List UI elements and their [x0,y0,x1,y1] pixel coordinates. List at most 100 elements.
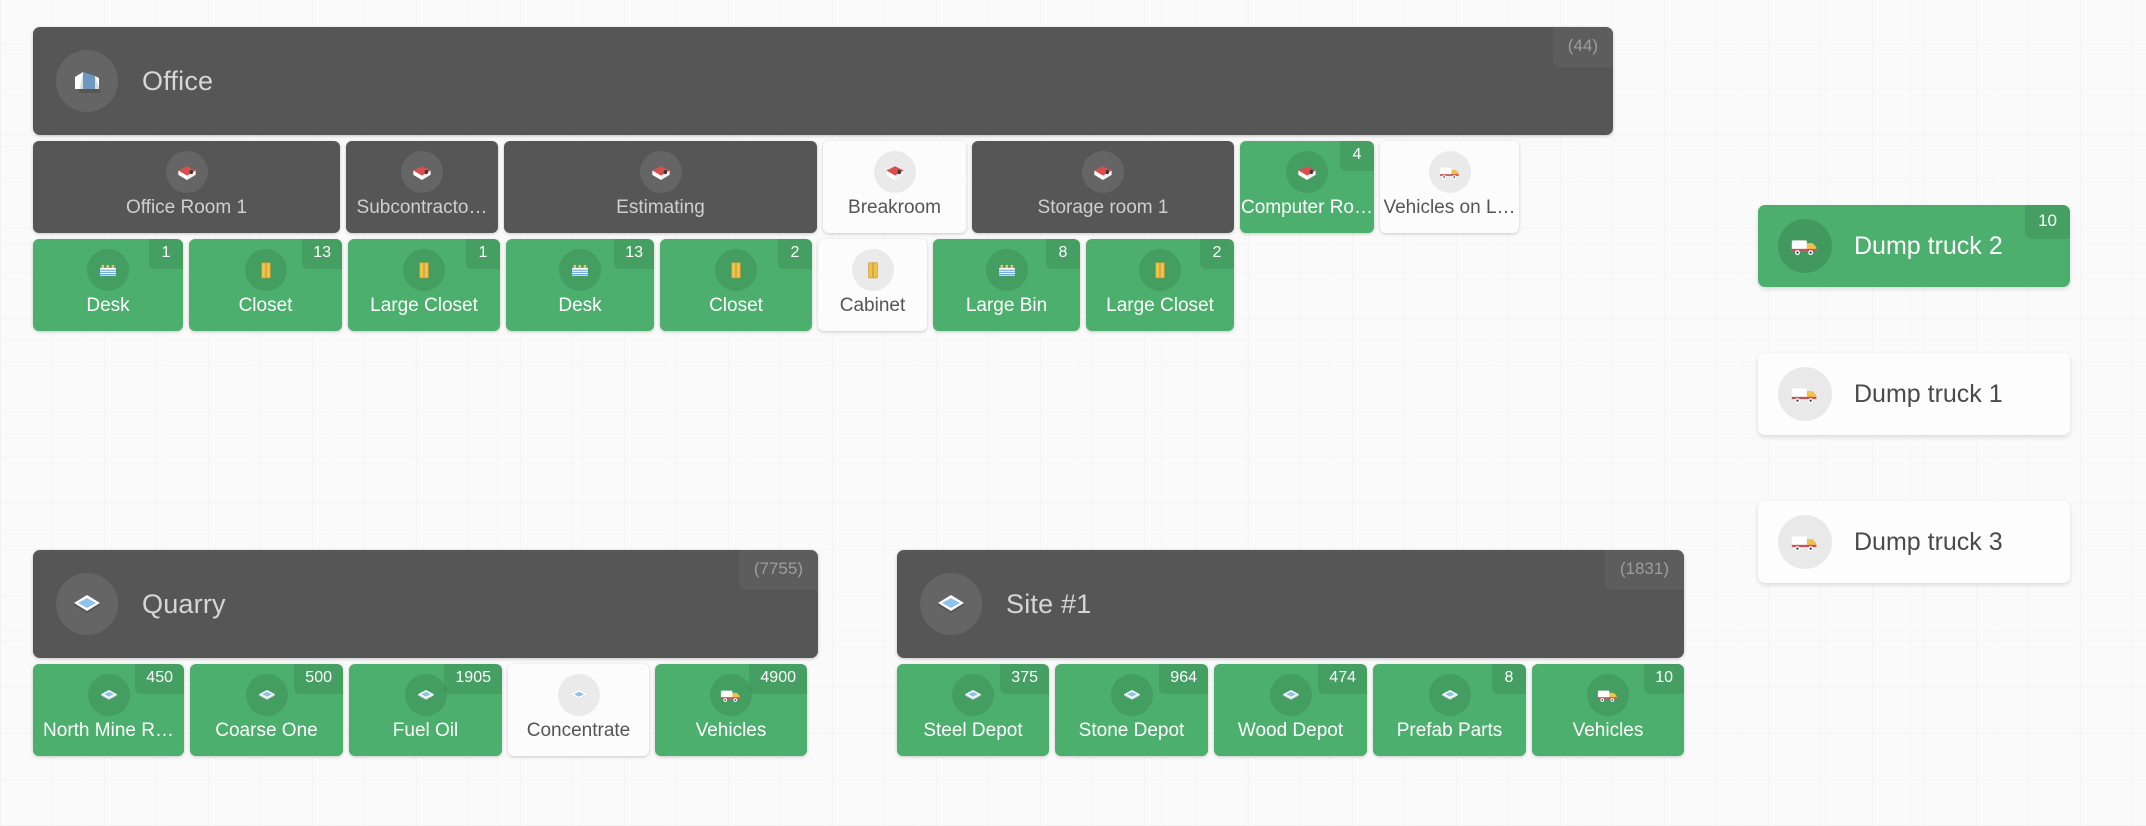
layers-icon [920,573,982,635]
item-tile-row: North Mine R… 450 Coarse One 500 Fuel Oil 190… [33,664,818,756]
item-tile[interactable]: Vehicles 4900 [655,664,807,756]
item-tile[interactable]: Closet 2 [660,239,812,331]
group-title: Office [142,65,214,96]
item-tile-label: Fuel Oil [392,720,459,742]
vehicle-card-list: Dump truck 2 10 Dump truck 1 Dump truck 3 [1758,205,2070,583]
item-tile[interactable]: Steel Depot 375 [897,664,1049,756]
group-title: Site #1 [1006,588,1092,619]
desk-icon [985,249,1028,292]
room-tile-label: Breakroom [848,197,941,219]
item-tile-label: Concentrate [526,720,631,742]
building-icon [56,50,118,112]
item-tile[interactable]: Large Bin 8 [933,239,1080,331]
tile-count-badge: 1 [466,239,500,269]
item-tile[interactable]: Vehicles 10 [1532,664,1684,756]
tile-count-badge: 13 [302,239,342,269]
truck-icon [1778,515,1832,569]
room-tile[interactable]: Storage room 1 [972,141,1234,233]
desk-icon [559,249,601,292]
tile-count-badge: 10 [1644,664,1684,694]
item-tile[interactable]: Cabinet [818,239,927,331]
room-tile-label: Computer Ro… [1241,197,1373,219]
layers-icon [952,674,994,717]
vehicle-card-label: Dump truck 3 [1854,527,2003,556]
layers-icon [1428,674,1471,717]
room-tile[interactable]: Subcontracto… [346,141,498,233]
item-tile[interactable]: Desk 1 [33,239,183,331]
item-tile-label: Cabinet [839,295,906,317]
tile-count-badge: 2 [1200,239,1234,269]
item-tile-label: Vehicles [1572,720,1644,742]
group-header-office[interactable]: Office (44) [33,27,1613,135]
room-tile[interactable]: Breakroom [823,141,966,233]
group-count-badge: (44) [1552,27,1613,67]
item-tile[interactable]: Stone Depot 964 [1055,664,1208,756]
vehicle-card-label: Dump truck 2 [1854,231,2003,260]
tile-count-badge: 13 [614,239,654,269]
desk-icon [87,249,129,292]
truck-icon [710,674,752,717]
item-tile-row: Desk 1 Closet 13 Large Closet 1 Desk 13 Closet 2 C… [33,239,1613,331]
item-tile[interactable]: Closet 13 [189,239,342,331]
room-icon [1286,151,1328,194]
layers-icon [1110,674,1153,717]
group-site-1: Site #1 (1831) Steel Depot 375 Stone Depot… [897,550,1684,756]
item-tile[interactable]: North Mine R… 450 [33,664,184,756]
item-tile-label: Large Bin [965,295,1048,317]
room-tile[interactable]: Vehicles on L… [1380,141,1519,233]
tile-count-badge: 1 [149,239,183,269]
item-tile-label: Closet [709,295,763,317]
tile-count-badge: 500 [294,664,343,694]
item-tile-label: Steel Depot [923,720,1023,742]
tile-count-badge: 4900 [749,664,807,694]
tile-count-badge: 450 [135,664,184,694]
layers-icon [245,674,288,717]
item-tile-row: Steel Depot 375 Stone Depot 964 Wood Depot 47… [897,664,1684,756]
tile-count-badge: 2 [778,239,812,269]
tile-count-badge: 964 [1159,664,1208,694]
item-tile[interactable]: Fuel Oil 1905 [349,664,502,756]
layers-icon [557,674,600,717]
room-tile-label: Vehicles on L… [1383,197,1516,219]
tile-count-badge: 4 [1340,141,1374,171]
room-icon [873,151,916,194]
group-count-badge: (1831) [1604,550,1684,590]
room-tile-row: Office Room 1 Subcontracto… Estimating Brea… [33,141,1613,233]
item-tile[interactable]: Prefab Parts 8 [1373,664,1526,756]
board-canvas: Office (44) Office Room 1 Subcontracto… Es… [0,0,2146,826]
room-icon [401,151,443,194]
layers-icon [1269,674,1312,717]
vehicle-count-badge: 10 [2025,205,2070,239]
closet-icon [851,249,894,292]
room-tile[interactable]: Computer Ro… 4 [1240,141,1374,233]
closet-icon [715,249,757,292]
item-tile-label: Desk [86,295,130,317]
room-tile[interactable]: Office Room 1 [33,141,340,233]
truck-icon [1428,151,1471,194]
layers-icon [87,674,130,717]
vehicle-card[interactable]: Dump truck 2 10 [1758,205,2070,287]
vehicle-card[interactable]: Dump truck 1 [1758,353,2070,435]
item-tile-label: Prefab Parts [1396,720,1503,742]
item-tile-label: Large Closet [1106,295,1214,317]
item-tile-label: Wood Depot [1237,720,1344,742]
group-count-badge: (7755) [738,550,818,590]
room-icon [1082,151,1124,194]
group-header-site-1[interactable]: Site #1 (1831) [897,550,1684,658]
room-tile[interactable]: Estimating [504,141,817,233]
group-office: Office (44) Office Room 1 Subcontracto… Es… [33,27,1613,331]
vehicle-card[interactable]: Dump truck 3 [1758,501,2070,583]
item-tile-label: North Mine R… [43,720,174,742]
item-tile[interactable]: Concentrate [508,664,649,756]
closet-icon [403,249,445,292]
tile-count-badge: 8 [1046,239,1080,269]
item-tile[interactable]: Large Closet 1 [348,239,500,331]
group-header-quarry[interactable]: Quarry (7755) [33,550,818,658]
room-tile-label: Estimating [616,197,705,219]
group-quarry: Quarry (7755) North Mine R… 450 Coarse One… [33,550,818,756]
item-tile[interactable]: Wood Depot 474 [1214,664,1367,756]
item-tile[interactable]: Coarse One 500 [190,664,343,756]
item-tile[interactable]: Desk 13 [506,239,654,331]
item-tile[interactable]: Large Closet 2 [1086,239,1234,331]
item-tile-label: Stone Depot [1078,720,1185,742]
